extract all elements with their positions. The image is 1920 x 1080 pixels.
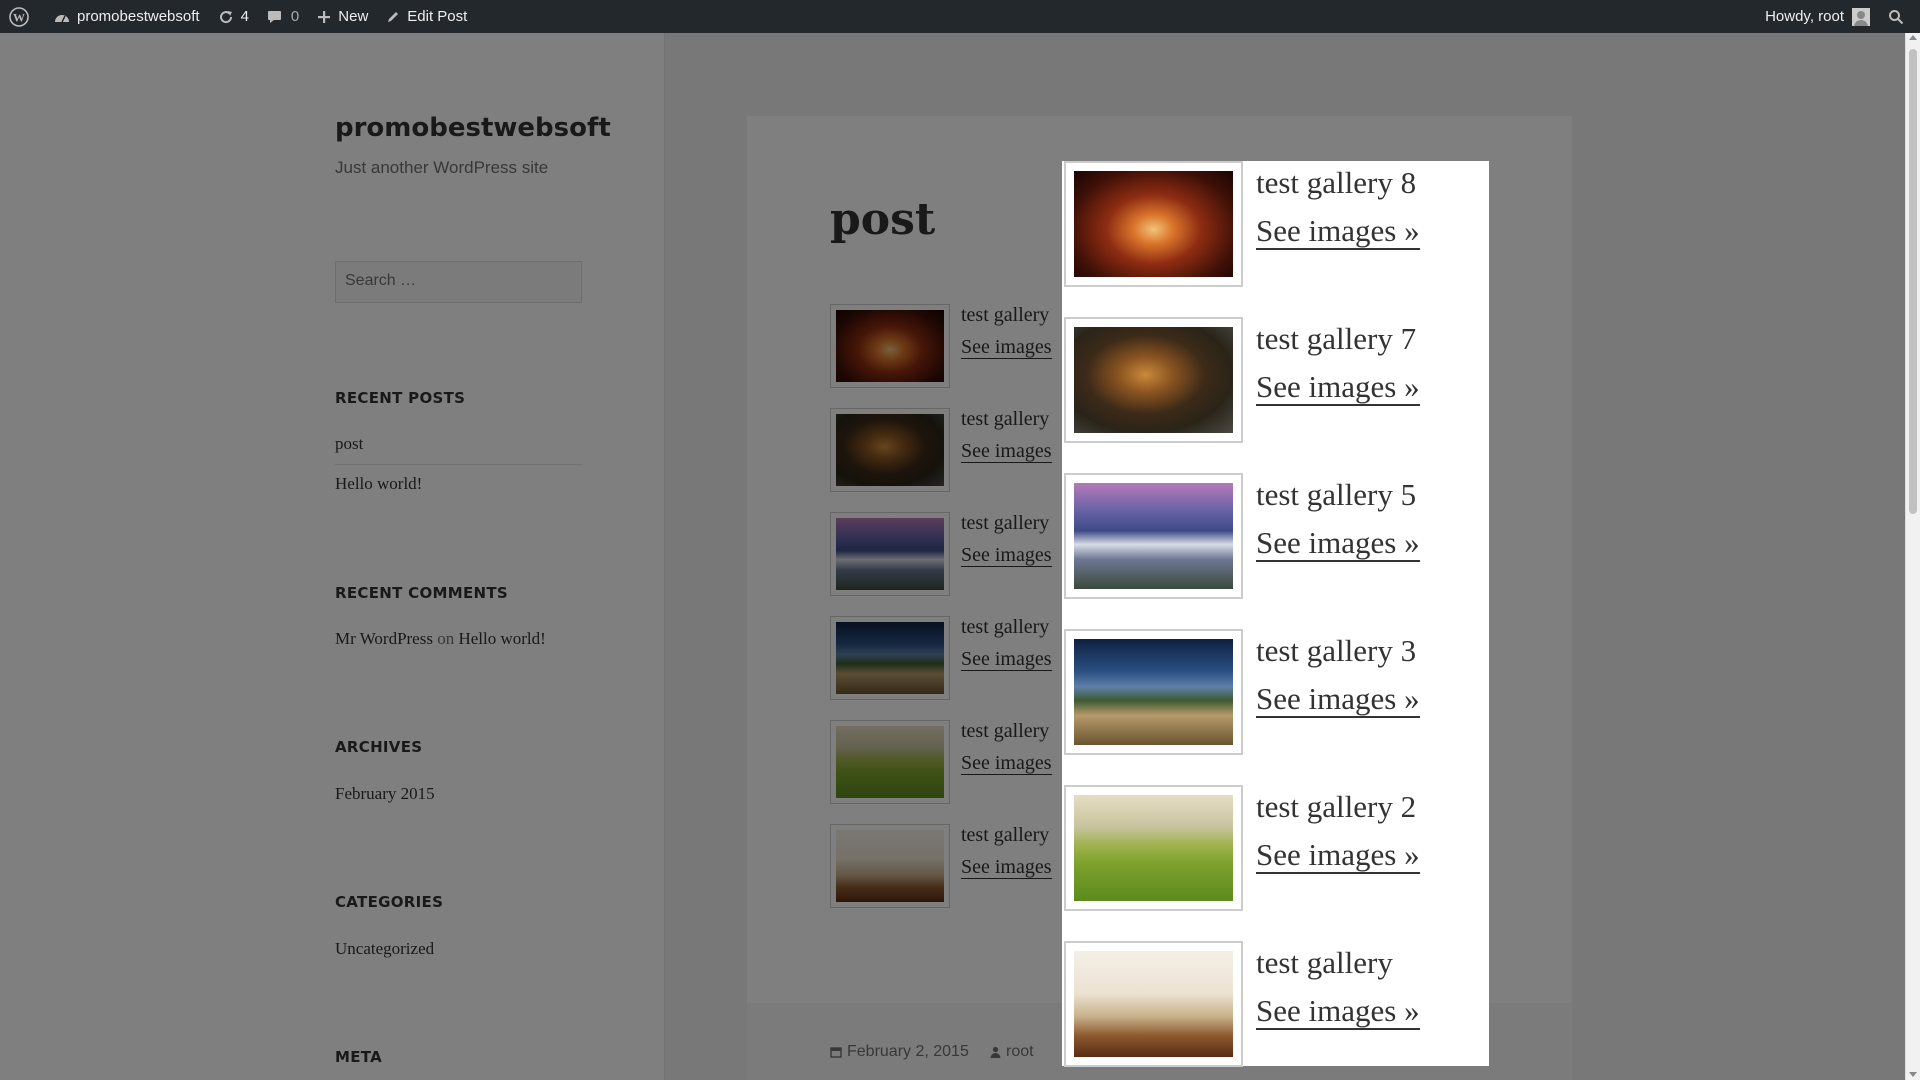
updates-link[interactable]: 4 bbox=[209, 0, 258, 33]
wordpress-logo-icon[interactable]: W bbox=[0, 0, 45, 33]
popup-see-images-link[interactable]: See images » bbox=[1256, 837, 1420, 875]
canyon-image bbox=[1074, 171, 1233, 277]
scroll-up-arrow-icon[interactable] bbox=[1909, 35, 1917, 40]
scrollbar[interactable] bbox=[1905, 33, 1920, 1080]
popup-see-images-link[interactable]: See images » bbox=[1256, 213, 1420, 251]
popup-see-images-link[interactable]: See images » bbox=[1256, 681, 1420, 719]
new-label: New bbox=[338, 8, 369, 25]
refresh-icon bbox=[219, 10, 232, 23]
popup-gallery-item: test gallery 5 See images » bbox=[1062, 473, 1489, 599]
scroll-down-arrow-icon[interactable] bbox=[1909, 1072, 1917, 1077]
admin-site-name: promobestwebsoft bbox=[77, 8, 200, 25]
popup-see-images-link[interactable]: See images » bbox=[1256, 369, 1420, 407]
popup-gallery-thumbnail[interactable] bbox=[1064, 473, 1243, 599]
popup-see-images-link[interactable]: See images » bbox=[1256, 525, 1420, 563]
svg-text:W: W bbox=[13, 10, 25, 24]
popup-see-images-link[interactable]: See images » bbox=[1256, 993, 1420, 1031]
popup-gallery-title: test gallery bbox=[1256, 945, 1393, 980]
popup-gallery-title: test gallery 5 bbox=[1256, 477, 1417, 512]
popup-gallery-item: test gallery 2 See images » bbox=[1062, 785, 1489, 911]
tiger-image bbox=[1074, 327, 1233, 433]
dim-overlay[interactable] bbox=[0, 33, 1920, 1080]
scrollbar-thumb[interactable] bbox=[1909, 49, 1917, 514]
popup-gallery-title: test gallery 8 bbox=[1256, 165, 1417, 200]
comments-count: 0 bbox=[290, 8, 300, 25]
howdy-text: Howdy, root bbox=[1765, 8, 1844, 25]
popup-gallery-thumbnail[interactable] bbox=[1064, 785, 1243, 911]
popup-gallery-thumbnail[interactable] bbox=[1064, 317, 1243, 443]
admin-bar: W promobestwebsoft 4 0 New Edit Post How… bbox=[0, 0, 1920, 33]
edit-post-link[interactable]: Edit Post bbox=[377, 0, 476, 33]
popup-gallery-title: test gallery 3 bbox=[1256, 633, 1417, 668]
comments-link[interactable]: 0 bbox=[258, 0, 308, 33]
admin-site-link[interactable]: promobestwebsoft bbox=[45, 0, 209, 33]
volcano-image bbox=[1074, 483, 1233, 589]
new-content-link[interactable]: New bbox=[308, 0, 377, 33]
updates-count: 4 bbox=[240, 8, 249, 25]
hills-image bbox=[1074, 795, 1233, 901]
popup-gallery-thumbnail[interactable] bbox=[1064, 941, 1243, 1067]
comment-icon bbox=[267, 10, 281, 23]
plus-icon bbox=[318, 10, 331, 23]
zoomed-gallery-popup: test gallery 8 See images » test gallery… bbox=[1062, 161, 1489, 1067]
popup-gallery-title: test gallery 7 bbox=[1256, 321, 1417, 356]
popup-gallery-thumbnail[interactable] bbox=[1064, 161, 1243, 287]
popup-gallery-item: test gallery See images » bbox=[1062, 941, 1489, 1067]
popup-gallery-item: test gallery 3 See images » bbox=[1062, 629, 1489, 755]
my-account-link[interactable]: Howdy, root bbox=[1756, 0, 1879, 33]
popup-gallery-thumbnail[interactable] bbox=[1064, 629, 1243, 755]
edit-post-label: Edit Post bbox=[407, 8, 468, 25]
popup-gallery-item: test gallery 8 See images » bbox=[1062, 161, 1489, 287]
dashboard-icon bbox=[55, 14, 69, 22]
avatar bbox=[1852, 7, 1870, 26]
tuscany-image bbox=[1074, 639, 1233, 745]
search-icon bbox=[1889, 9, 1904, 24]
admin-search-button[interactable] bbox=[1879, 0, 1920, 33]
popup-gallery-item: test gallery 7 See images » bbox=[1062, 317, 1489, 443]
pencil-icon bbox=[388, 11, 399, 22]
book-image bbox=[1074, 951, 1233, 1057]
popup-gallery-title: test gallery 2 bbox=[1256, 789, 1417, 824]
